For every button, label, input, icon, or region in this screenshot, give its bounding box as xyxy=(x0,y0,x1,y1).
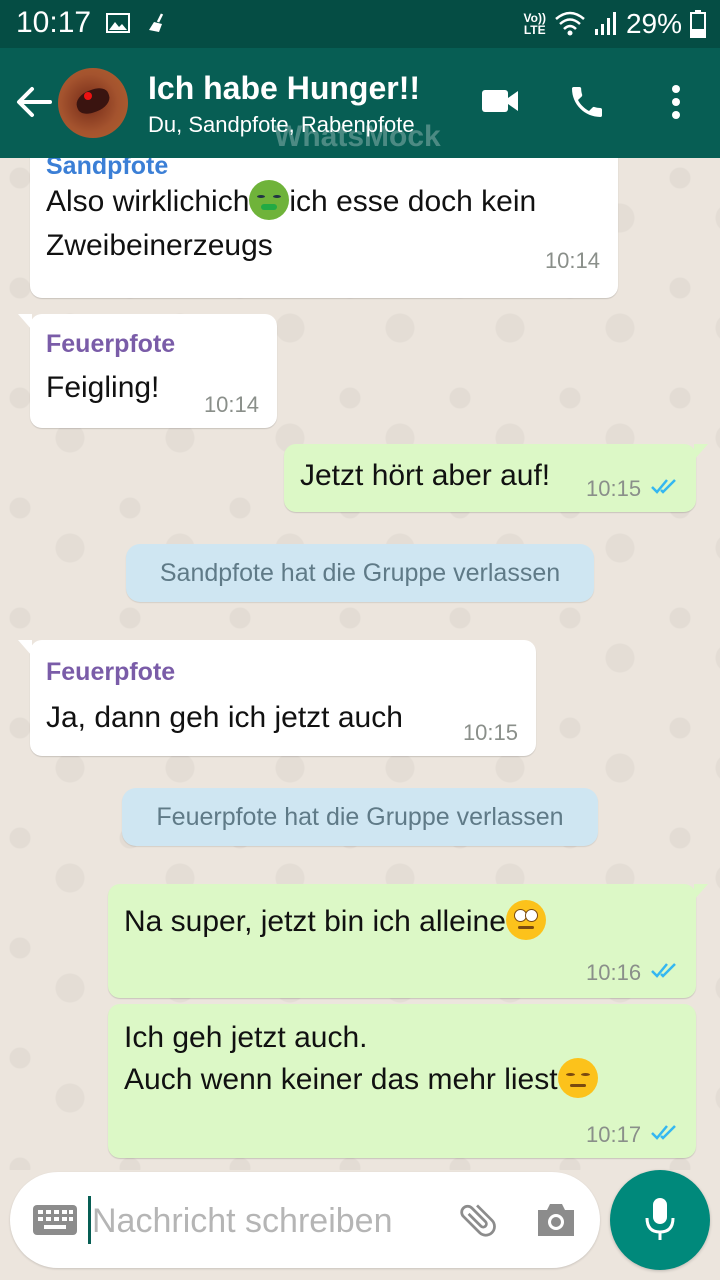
message-time: 10:15 xyxy=(462,720,518,745)
rolling-eyes-emoji xyxy=(505,900,546,941)
message-time: 10:17 xyxy=(586,1122,642,1147)
incoming-message[interactable]: Feuerpfote Ja, dann geh ich jetzt auch 1… xyxy=(18,640,536,756)
message-text: Feigling! xyxy=(46,371,160,404)
status-bar: 10:17 Vo)) LTE 29% xyxy=(0,0,720,48)
message-time: 10:15 xyxy=(586,476,642,501)
image-icon xyxy=(106,13,130,33)
volte-indicator: Vo)) LTE xyxy=(523,11,546,37)
outgoing-message[interactable]: Ich geh jetzt auch. Auch wenn keiner das… xyxy=(108,1004,696,1158)
signal-icon xyxy=(594,12,616,35)
keyboard-icon[interactable] xyxy=(32,1204,78,1236)
message-text: Ja, dann geh ich jetzt auch xyxy=(46,701,403,734)
message-text-line: Zweibeinerzeugs xyxy=(46,229,273,262)
phone-icon[interactable] xyxy=(567,82,607,122)
incoming-message[interactable]: Feuerpfote Feigling! 10:14 xyxy=(18,314,277,428)
battery-percent: 29% xyxy=(625,8,682,39)
message-list[interactable]: Sandpfote Also wirklichich ich esse doch … xyxy=(0,158,720,1170)
incoming-message[interactable]: Sandpfote Also wirklichich ich esse doch … xyxy=(30,158,618,298)
message-composer xyxy=(10,1172,600,1268)
expressionless-face-emoji xyxy=(557,1058,598,1099)
message-sender: Sandpfote xyxy=(46,158,169,180)
video-call-icon[interactable] xyxy=(480,82,520,120)
message-text: Jetzt hört aber auf! xyxy=(300,459,551,492)
read-ticks-icon xyxy=(651,1125,676,1140)
message-time: 10:14 xyxy=(203,392,259,417)
message-time: 10:14 xyxy=(544,248,600,273)
nauseated-face-emoji xyxy=(249,180,290,221)
broom-icon xyxy=(149,13,164,32)
more-vert-icon[interactable] xyxy=(664,82,688,122)
outgoing-message[interactable]: Na super, jetzt bin ich alleine 10:16 xyxy=(108,884,708,998)
group-avatar[interactable] xyxy=(58,68,128,138)
read-ticks-icon xyxy=(651,479,676,494)
read-ticks-icon xyxy=(651,963,676,978)
voice-record-button[interactable] xyxy=(610,1170,710,1270)
message-time: 10:16 xyxy=(586,960,642,985)
message-text: Na super, jetzt bin ich alleine xyxy=(124,900,546,944)
message-text: Ich geh jetzt auch. xyxy=(124,1021,368,1054)
wifi-icon xyxy=(555,11,585,36)
status-time: 10:17 xyxy=(16,6,92,39)
system-message: Feuerpfote hat die Gruppe verlassen xyxy=(122,788,598,846)
message-sender: Feuerpfote xyxy=(46,330,176,358)
message-text-line: Auch wenn keiner das mehr liest xyxy=(124,1058,598,1102)
chat-header: Ich habe Hunger!! Du, Sandpfote, Rabenpf… xyxy=(0,48,720,158)
mic-icon xyxy=(645,1198,675,1240)
message-text: Also wirklichich ich esse doch kein xyxy=(46,180,536,224)
watermark: WhatsMock xyxy=(274,120,441,153)
chat-title[interactable]: Ich habe Hunger!! xyxy=(148,70,420,107)
attach-icon[interactable] xyxy=(456,1198,500,1242)
message-sender: Feuerpfote xyxy=(46,658,176,686)
camera-icon[interactable] xyxy=(534,1200,578,1240)
system-message: Sandpfote hat die Gruppe verlassen xyxy=(126,544,594,602)
back-arrow-icon[interactable] xyxy=(14,85,54,119)
message-input[interactable] xyxy=(90,1194,414,1248)
battery-icon xyxy=(690,10,706,38)
outgoing-message[interactable]: Jetzt hört aber auf! 10:15 xyxy=(284,444,708,512)
